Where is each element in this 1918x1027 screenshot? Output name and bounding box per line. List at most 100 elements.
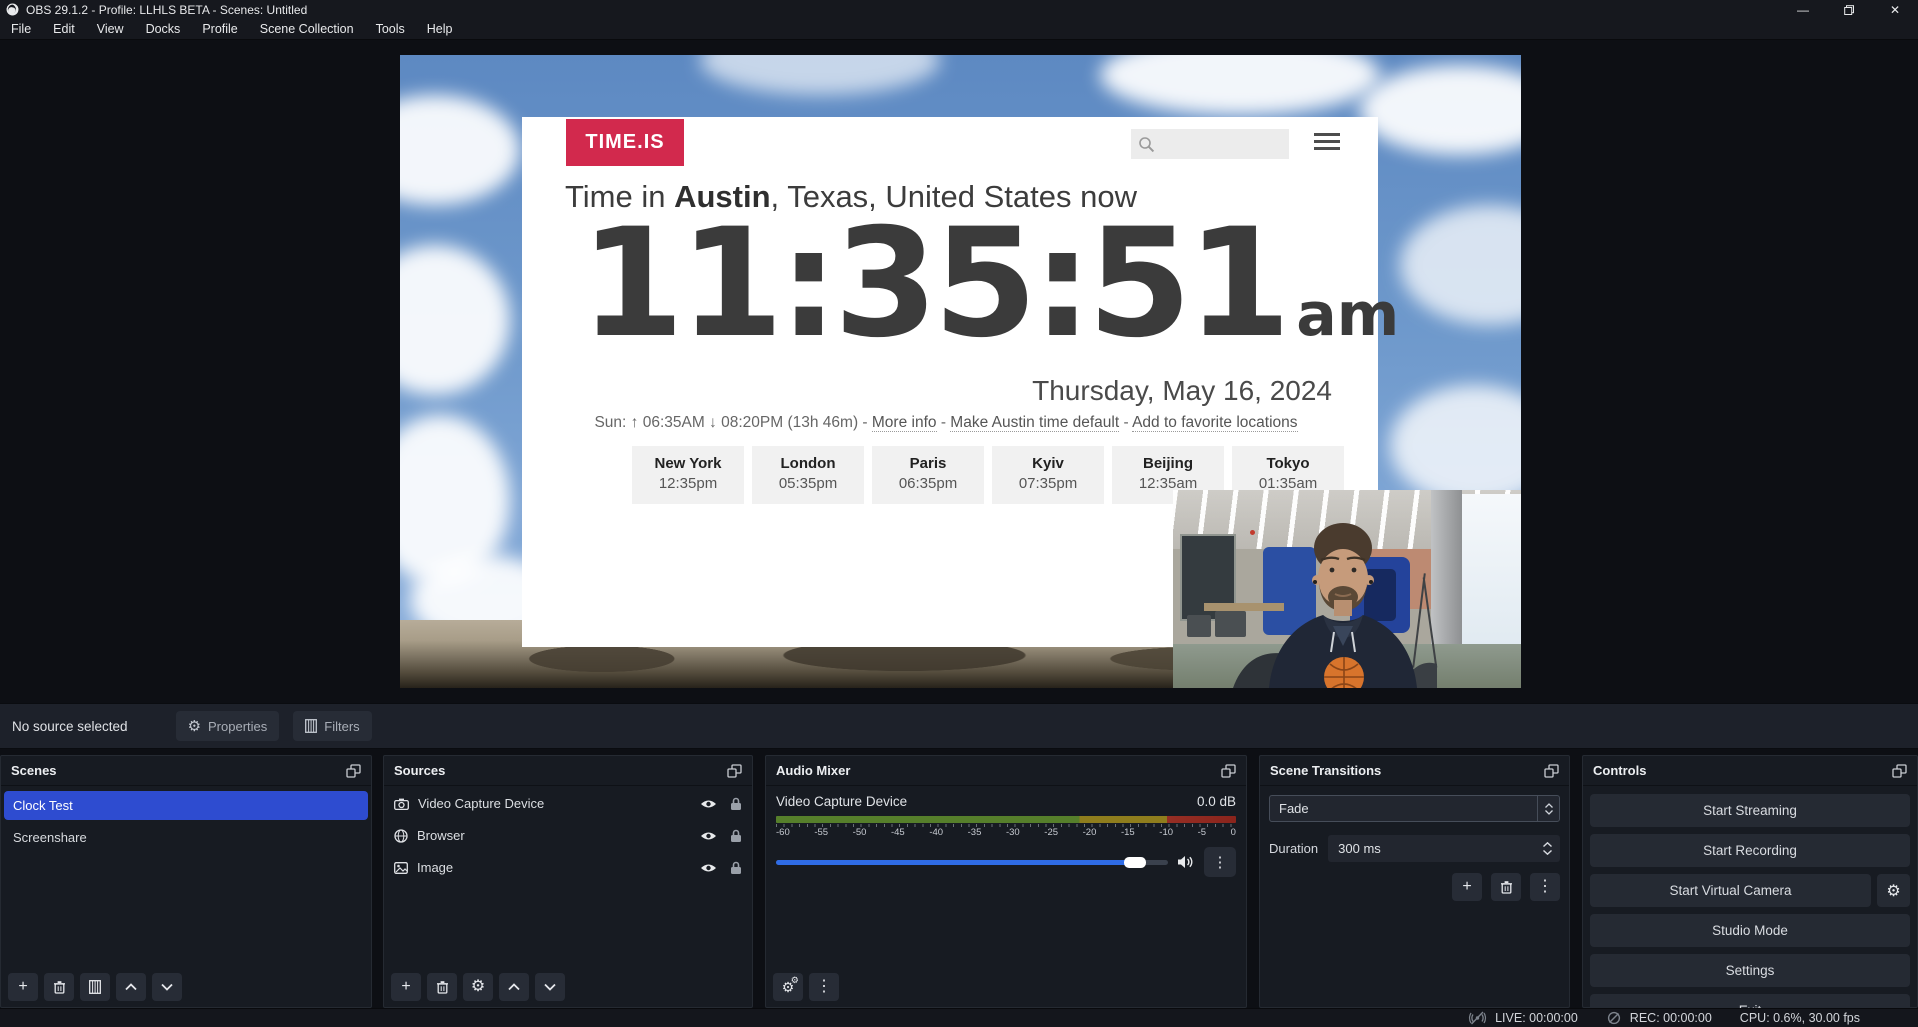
mixer-db-value: 0.0 dB [1197,794,1236,809]
menu-docks[interactable]: Docks [135,19,192,39]
chevron-down-icon [161,983,173,991]
trash-icon [53,980,66,994]
scene-transitions-header[interactable]: Scene Transitions [1260,756,1569,786]
restore-icon [1844,5,1854,15]
popout-icon [1892,764,1907,778]
meter-scale: -60-55-50-45-40-35-30-25-20-15-10-50 [776,827,1236,838]
duration-label: Duration [1269,841,1318,856]
city-tile: London05:35pm [752,446,864,504]
volume-meter [776,816,1236,823]
source-item-video-capture[interactable]: Video Capture Device [384,789,752,818]
volume-slider[interactable] [776,860,1168,865]
popout-icon [1221,764,1236,778]
source-properties-button[interactable]: ⚙ [463,973,493,1001]
cpu-fps-status: CPU: 0.6%, 30.00 fps [1740,1011,1860,1025]
settings-button[interactable]: Settings [1590,954,1910,987]
filter-icon [305,719,317,733]
dock-area: Scenes Clock Test Screenshare + [0,749,1918,1008]
menu-edit[interactable]: Edit [42,19,86,39]
properties-button[interactable]: ⚙ Properties [176,711,280,741]
duration-spinbox[interactable]: 300 ms [1328,835,1560,862]
obs-window: OBS 29.1.2 - Profile: LLHLS BETA - Scene… [0,0,1918,1027]
eye-icon[interactable] [700,862,717,874]
title-bar: OBS 29.1.2 - Profile: LLHLS BETA - Scene… [0,0,1918,19]
menu-tools[interactable]: Tools [365,19,416,39]
popout-icon [346,764,361,778]
move-scene-up-button[interactable] [116,973,146,1001]
menu-view[interactable]: View [86,19,135,39]
source-item-browser[interactable]: Browser [384,821,752,850]
close-button[interactable]: ✕ [1872,0,1918,19]
webcam-person [1173,490,1521,688]
globe-icon [394,829,408,843]
move-source-up-button[interactable] [499,973,529,1001]
eye-icon[interactable] [700,830,717,842]
mixer-channel-name: Video Capture Device [776,794,907,809]
chevron-up-icon [508,983,520,991]
clock-date: Thursday, May 16, 2024 [1032,375,1332,407]
menu-help[interactable]: Help [416,19,464,39]
scenes-panel-header[interactable]: Scenes [1,756,371,786]
start-streaming-button[interactable]: Start Streaming [1590,794,1910,827]
trash-icon [436,980,449,994]
lock-icon[interactable] [730,829,742,843]
controls-panel: Controls Start Streaming Start Recording… [1582,755,1918,1008]
remove-transition-button[interactable] [1491,873,1521,901]
spin-down-icon[interactable] [1543,850,1552,855]
studio-mode-button[interactable]: Studio Mode [1590,914,1910,947]
menu-file[interactable]: File [0,19,42,39]
move-source-down-button[interactable] [535,973,565,1001]
eye-icon[interactable] [700,798,717,810]
scene-filters-button[interactable] [80,973,110,1001]
menu-profile[interactable]: Profile [191,19,248,39]
filter-icon [89,980,101,994]
remove-scene-button[interactable] [44,973,74,1001]
lock-icon[interactable] [730,861,742,875]
city-tile: Kyiv07:35pm [992,446,1104,504]
menu-bar: File Edit View Docks Profile Scene Colle… [0,19,1918,40]
scene-transitions-panel: Scene Transitions Fade Duration 300 ms [1259,755,1570,1008]
advanced-audio-button[interactable]: ⚙⚙ [773,973,803,1001]
minimize-button[interactable]: — [1780,0,1826,19]
gear-icon: ⚙ [188,719,201,734]
record-inactive-icon [1606,1011,1622,1025]
source-item-image[interactable]: Image [384,853,752,882]
start-virtual-camera-button[interactable]: Start Virtual Camera [1590,874,1871,907]
add-scene-button[interactable]: + [8,973,38,1001]
remove-source-button[interactable] [427,973,457,1001]
city-tile: Paris06:35pm [872,446,984,504]
move-scene-down-button[interactable] [152,973,182,1001]
trash-icon [1500,880,1513,894]
speaker-icon[interactable] [1177,855,1195,869]
mixer-menu-button[interactable]: ⋮ [809,973,839,1001]
transition-select[interactable]: Fade [1269,795,1560,822]
filters-button[interactable]: Filters [293,711,371,741]
chevron-down-icon [544,983,556,991]
more-info-link: More info [872,414,937,432]
window-title: OBS 29.1.2 - Profile: LLHLS BETA - Scene… [26,3,307,17]
transition-properties-button[interactable]: ⋮ [1530,873,1560,901]
menu-scene-collection[interactable]: Scene Collection [249,19,365,39]
scene-item-clock-test[interactable]: Clock Test [4,791,368,820]
obs-logo-icon [6,3,19,16]
sources-panel: Sources Video Capture Device Browser [383,755,753,1008]
add-source-button[interactable]: + [391,973,421,1001]
audio-mixer-header[interactable]: Audio Mixer [766,756,1246,786]
volume-slider-handle[interactable] [1124,857,1146,868]
virtual-camera-settings-button[interactable]: ⚙ [1877,874,1910,907]
popout-icon [1544,764,1559,778]
sources-panel-header[interactable]: Sources [384,756,752,786]
preview-canvas[interactable]: TIME.IS Time in Austin, Texas, United St… [400,55,1521,688]
start-recording-button[interactable]: Start Recording [1590,834,1910,867]
scene-item-screenshare[interactable]: Screenshare [1,823,371,851]
webcam-overlay [1173,490,1521,688]
spin-up-icon[interactable] [1543,842,1552,847]
favorites-link: Add to favorite locations [1132,414,1297,432]
restore-button[interactable] [1826,0,1872,19]
hamburger-menu-icon [1314,133,1340,154]
source-context-toolbar: No source selected ⚙ Properties Filters [0,703,1918,749]
lock-icon[interactable] [730,797,742,811]
mixer-channel-menu-button[interactable]: ⋮ [1204,847,1236,877]
controls-header[interactable]: Controls [1583,756,1917,786]
add-transition-button[interactable]: + [1452,873,1482,901]
